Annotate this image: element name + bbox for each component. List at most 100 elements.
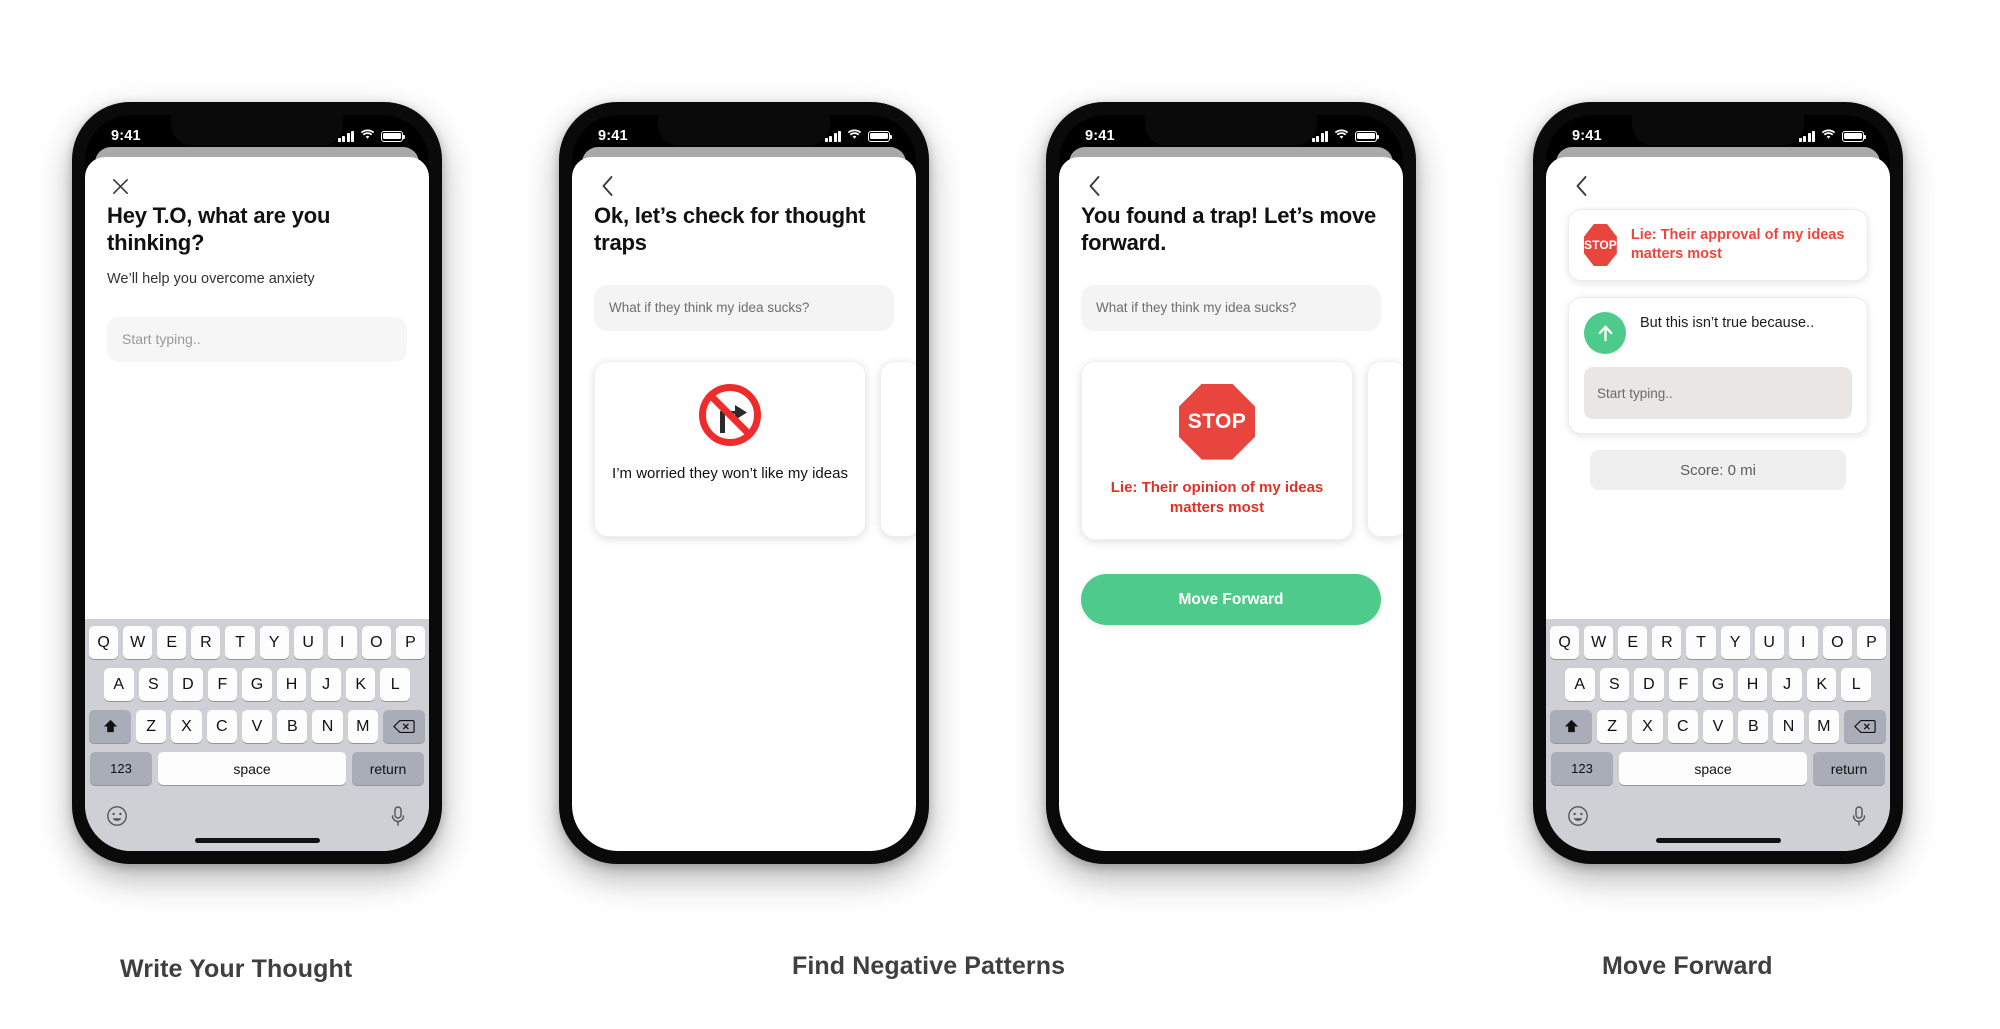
key-t[interactable]: T bbox=[225, 626, 255, 659]
key-b[interactable]: B bbox=[1738, 710, 1769, 743]
key-u[interactable]: U bbox=[293, 626, 323, 659]
key-z[interactable]: Z bbox=[1597, 710, 1628, 743]
status-time: 9:41 bbox=[111, 128, 141, 144]
key-c[interactable]: C bbox=[1667, 710, 1698, 743]
key-s[interactable]: S bbox=[138, 668, 169, 701]
thought-input[interactable]: Start typing.. bbox=[107, 316, 407, 362]
key-x[interactable]: X bbox=[1632, 710, 1663, 743]
trap-card[interactable]: I’m worried they won’t like my ideas bbox=[594, 360, 866, 537]
key-w[interactable]: W bbox=[123, 626, 153, 659]
key-o[interactable]: O bbox=[361, 626, 391, 659]
back-chevron-icon[interactable] bbox=[1568, 173, 1594, 199]
key-v[interactable]: V bbox=[241, 710, 273, 743]
shift-icon[interactable] bbox=[1550, 710, 1593, 743]
key-a[interactable]: A bbox=[1564, 668, 1595, 701]
key-y[interactable]: Y bbox=[259, 626, 289, 659]
backspace-icon[interactable] bbox=[382, 710, 425, 743]
key-g[interactable]: G bbox=[1703, 668, 1733, 701]
stop-sign-icon: STOP bbox=[1584, 224, 1617, 266]
key-p[interactable]: P bbox=[1856, 626, 1886, 659]
back-chevron-icon[interactable] bbox=[1081, 173, 1107, 199]
space-key[interactable]: space bbox=[158, 752, 346, 785]
close-icon[interactable] bbox=[107, 173, 133, 199]
key-h[interactable]: H bbox=[1737, 668, 1768, 701]
key-a[interactable]: A bbox=[103, 668, 134, 701]
microphone-icon[interactable] bbox=[1848, 804, 1870, 833]
key-i[interactable]: I bbox=[327, 626, 357, 659]
key-u[interactable]: U bbox=[1754, 626, 1784, 659]
battery-icon bbox=[1355, 130, 1380, 142]
nav-bar bbox=[572, 157, 916, 203]
key-w[interactable]: W bbox=[1584, 626, 1614, 659]
key-q[interactable]: Q bbox=[89, 626, 119, 659]
key-l[interactable]: L bbox=[380, 668, 411, 701]
key-j[interactable]: J bbox=[1772, 668, 1802, 701]
status-time: 9:41 bbox=[1085, 128, 1115, 144]
key-n[interactable]: N bbox=[1773, 710, 1804, 743]
caption-move-forward: Move Forward bbox=[1602, 952, 1773, 980]
key-e[interactable]: E bbox=[1618, 626, 1648, 659]
lie-card[interactable]: STOP Lie: Their approval of my ideas mat… bbox=[1568, 209, 1868, 281]
key-v[interactable]: V bbox=[1702, 710, 1734, 743]
microphone-icon[interactable] bbox=[387, 804, 409, 833]
return-key[interactable]: return bbox=[1813, 752, 1885, 785]
stop-sign-icon: STOP bbox=[1179, 383, 1255, 460]
backspace-icon[interactable] bbox=[1843, 710, 1886, 743]
move-forward-button[interactable]: Move Forward bbox=[1081, 574, 1381, 626]
key-x[interactable]: X bbox=[171, 710, 202, 743]
wifi-icon bbox=[847, 127, 862, 145]
key-f[interactable]: F bbox=[207, 668, 238, 701]
key-e[interactable]: E bbox=[157, 626, 187, 659]
trap-card[interactable]: STOP Lie: Their opinion of my ideas matt… bbox=[1081, 360, 1353, 541]
key-j[interactable]: J bbox=[311, 668, 341, 701]
score-badge: Score: 0 mi bbox=[1590, 450, 1846, 490]
key-h[interactable]: H bbox=[276, 668, 307, 701]
key-o[interactable]: O bbox=[1822, 626, 1852, 659]
reframe-input[interactable]: Start typing.. bbox=[1584, 367, 1852, 419]
shift-icon[interactable] bbox=[89, 710, 132, 743]
key-r[interactable]: R bbox=[1652, 626, 1682, 659]
key-n[interactable]: N bbox=[312, 710, 343, 743]
keyboard[interactable]: Q W E R T Y U I O P A S D F G H J K L Z … bbox=[85, 619, 429, 851]
trap-card-next-peek[interactable] bbox=[1367, 360, 1403, 537]
return-key[interactable]: return bbox=[352, 752, 424, 785]
trap-card-carousel[interactable]: I’m worried they won’t like my ideas bbox=[572, 360, 916, 537]
key-d[interactable]: D bbox=[1634, 668, 1664, 701]
keyboard-row-1: Q W E R T Y U I O P bbox=[89, 626, 425, 659]
key-r[interactable]: R bbox=[191, 626, 221, 659]
notch bbox=[658, 115, 830, 145]
emoji-icon[interactable] bbox=[105, 804, 129, 833]
key-q[interactable]: Q bbox=[1550, 626, 1580, 659]
key-m[interactable]: M bbox=[347, 710, 378, 743]
key-g[interactable]: G bbox=[242, 668, 272, 701]
key-z[interactable]: Z bbox=[136, 710, 167, 743]
keyboard-row-2: A S D F G H J K L bbox=[89, 668, 425, 701]
reframe-stack: STOP Lie: Their approval of my ideas mat… bbox=[1546, 203, 1890, 490]
key-s[interactable]: S bbox=[1599, 668, 1630, 701]
numbers-key[interactable]: 123 bbox=[90, 752, 152, 785]
nav-bar bbox=[85, 157, 429, 203]
key-c[interactable]: C bbox=[206, 710, 237, 743]
key-m[interactable]: M bbox=[1808, 710, 1839, 743]
key-y[interactable]: Y bbox=[1720, 626, 1750, 659]
key-d[interactable]: D bbox=[173, 668, 203, 701]
thought-input-placeholder: Start typing.. bbox=[122, 331, 201, 347]
key-t[interactable]: T bbox=[1686, 626, 1716, 659]
keyboard[interactable]: Q W E R T Y U I O P A S D F G H J K L Z … bbox=[1546, 619, 1890, 851]
key-f[interactable]: F bbox=[1668, 668, 1699, 701]
phone-find-patterns: 9:41 Ok, let’s check for thought traps W… bbox=[559, 102, 929, 864]
key-l[interactable]: L bbox=[1841, 668, 1872, 701]
keyboard-bottom-bar bbox=[89, 794, 425, 838]
trap-card-carousel[interactable]: STOP Lie: Their opinion of my ideas matt… bbox=[1059, 360, 1403, 541]
key-p[interactable]: P bbox=[395, 626, 425, 659]
back-chevron-icon[interactable] bbox=[594, 173, 620, 199]
key-k[interactable]: K bbox=[1806, 668, 1837, 701]
emoji-icon[interactable] bbox=[1566, 804, 1590, 833]
reframe-card[interactable]: But this isn’t true because.. Start typi… bbox=[1568, 297, 1868, 434]
space-key[interactable]: space bbox=[1619, 752, 1807, 785]
key-i[interactable]: I bbox=[1788, 626, 1818, 659]
key-b[interactable]: B bbox=[277, 710, 308, 743]
numbers-key[interactable]: 123 bbox=[1551, 752, 1613, 785]
key-k[interactable]: K bbox=[345, 668, 376, 701]
trap-card-next-peek[interactable] bbox=[880, 360, 916, 537]
